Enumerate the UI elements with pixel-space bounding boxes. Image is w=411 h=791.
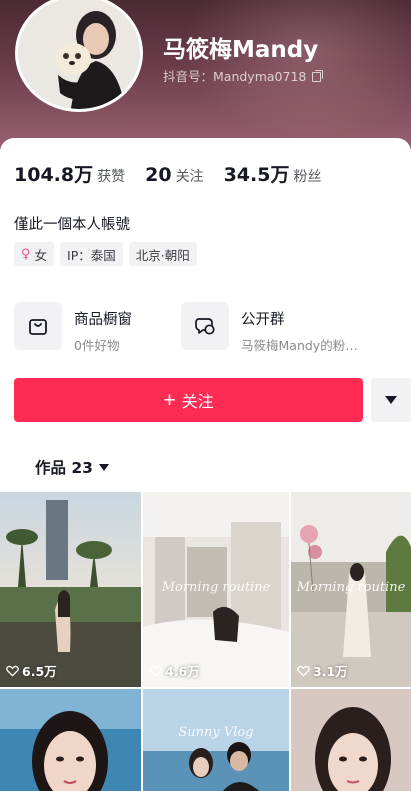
copy-icon[interactable]	[312, 70, 324, 82]
heart-icon	[149, 665, 162, 677]
stats-row: 104.8万 获赞 20 关注 34.5万 粉丝	[14, 160, 341, 187]
stat-followers[interactable]: 34.5万 粉丝	[224, 160, 322, 187]
more-options-button[interactable]	[371, 378, 411, 422]
video-overlay-text: Morning routine	[296, 580, 406, 595]
stat-likes[interactable]: 104.8万 获赞	[14, 160, 125, 187]
location-tag: 北京·朝阳	[128, 242, 197, 266]
female-icon: ♀	[21, 246, 31, 262]
stat-value: 34.5万	[223, 164, 290, 186]
shop-bag-icon	[14, 302, 62, 350]
stat-label: 粉丝	[293, 169, 322, 185]
video-thumbnail[interactable]: Morning routine 3.1万	[291, 492, 411, 687]
gender-tag: ♀ 女	[14, 242, 55, 266]
like-count-text: 6.5万	[22, 664, 57, 679]
heart-icon	[297, 665, 310, 677]
like-count-text: 3.1万	[313, 664, 348, 679]
douyin-id-text: 抖音号：Mandyma0718	[163, 69, 307, 84]
tab-works-label: 作品 23	[35, 459, 93, 477]
video-overlay-text: Sunny Vlog	[178, 725, 254, 740]
ip-tag: IP：泰国	[60, 242, 123, 266]
plus-icon: +	[163, 388, 176, 412]
follow-label: 关注	[181, 394, 214, 411]
video-thumbnail[interactable]: Morning routine 4.6万	[143, 492, 289, 687]
stat-following[interactable]: 20 关注	[145, 164, 203, 186]
chat-bubble-icon	[181, 302, 229, 350]
dropdown-arrow-icon	[385, 396, 397, 404]
gender-label: 女	[34, 247, 48, 263]
like-count-text: 4.6万	[165, 664, 200, 679]
video-grid: 6.5万 Morning routine 4.6万 Morning routin…	[0, 492, 411, 791]
like-count: 4.6万	[149, 661, 200, 680]
shop-window-entry[interactable]: 商品橱窗 0件好物	[14, 302, 132, 354]
heart-icon	[6, 665, 19, 677]
tab-works[interactable]: 作品 23	[35, 456, 109, 478]
video-thumbnail[interactable]: 6.5万	[0, 492, 141, 687]
video-thumbnail[interactable]	[0, 689, 141, 791]
profile-tags: ♀ 女 IP：泰国 北京·朝阳	[14, 242, 197, 266]
public-group-title: 公开群	[241, 312, 285, 328]
video-overlay-text: Morning routine	[161, 580, 271, 595]
video-thumbnail[interactable]: Sunny Vlog	[143, 689, 289, 791]
like-count: 3.1万	[297, 661, 348, 680]
stat-value: 20	[145, 164, 172, 186]
dropdown-arrow-icon	[98, 463, 109, 471]
shop-window-title: 商品橱窗	[74, 312, 132, 328]
follow-button[interactable]: + 关注	[14, 378, 363, 422]
douyin-id[interactable]: 抖音号：Mandyma0718	[163, 66, 324, 85]
public-group-entry[interactable]: 公开群 马筱梅Mandy的粉…	[181, 302, 358, 354]
profile-name: 马筱梅Mandy	[163, 37, 319, 63]
stat-label: 关注	[175, 169, 204, 185]
stat-value: 104.8万	[14, 164, 94, 186]
stat-label: 获赞	[97, 169, 126, 185]
bio-text: 僅此一個本人帳號	[14, 217, 130, 233]
like-count: 6.5万	[6, 661, 57, 680]
video-thumbnail[interactable]	[291, 689, 411, 791]
shop-window-subtitle: 0件好物	[74, 338, 120, 353]
public-group-subtitle: 马筱梅Mandy的粉…	[241, 338, 358, 353]
